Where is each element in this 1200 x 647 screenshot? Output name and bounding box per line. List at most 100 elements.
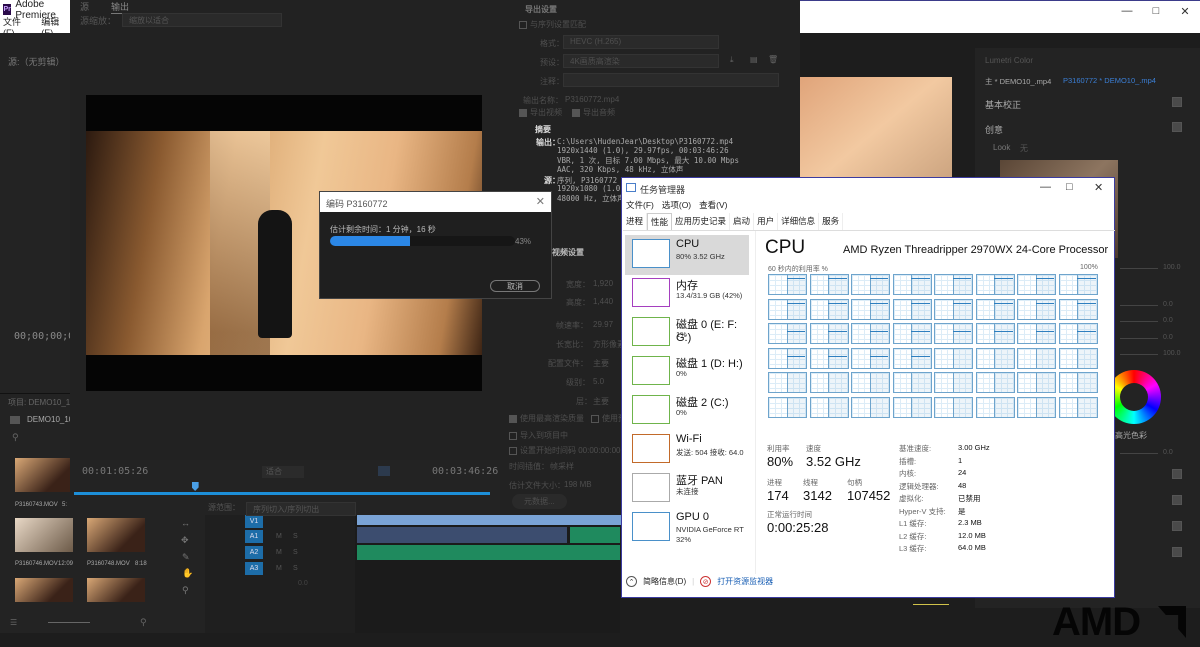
saturation-slider[interactable] [1120, 354, 1158, 355]
output-name-link[interactable]: P3160772.mp4 [565, 95, 619, 104]
open-resource-monitor-link[interactable]: 打开资源监视器 [717, 576, 773, 587]
scale-dropdown[interactable]: 缩放以适合 [122, 13, 283, 27]
video-clip[interactable] [357, 515, 627, 525]
scrub-bar[interactable] [74, 492, 490, 495]
sharpen-slider[interactable] [1120, 321, 1158, 322]
sidebar-item[interactable]: CPU 80% 3.52 GHz [625, 235, 749, 275]
minimize-button[interactable]: — [1040, 181, 1051, 193]
sidebar-item[interactable]: 磁盘 2 (C:) 0% [625, 391, 749, 431]
tab-performance[interactable]: 性能 [647, 213, 673, 230]
video-settings-title[interactable]: 视频设置 [552, 247, 584, 258]
sidebar-item[interactable]: 磁盘 1 (D: H:) 0% [625, 352, 749, 392]
list-view-icon[interactable]: ☰ [10, 618, 17, 627]
slip-tool-icon[interactable]: ✥ [181, 535, 189, 546]
checkbox[interactable] [519, 20, 527, 29]
mute-button[interactable]: M [276, 533, 282, 540]
cancel-button[interactable]: 取消 [490, 280, 540, 292]
hsl-checkbox[interactable] [1172, 521, 1182, 531]
menu-file[interactable]: 文件(F) [626, 199, 654, 211]
preset-dropdown[interactable]: 4K画质高渲染 [563, 54, 719, 68]
track-a3[interactable]: A3 [245, 562, 263, 575]
checkbox[interactable] [509, 446, 517, 455]
hand-tool-icon[interactable]: ✋ [182, 568, 193, 579]
vibrance-slider[interactable] [1120, 338, 1158, 339]
intensity-slider[interactable] [1120, 268, 1158, 269]
close-button[interactable]: ✕ [1094, 181, 1103, 194]
tab-app-history[interactable]: 应用历史记录 [672, 213, 731, 230]
tab-processes[interactable]: 进程 [623, 213, 648, 230]
start-tc-checkbox[interactable]: 设置开始时间码 00:00:00:00 [509, 445, 621, 456]
checkbox[interactable] [572, 108, 580, 117]
mute-button[interactable]: M [276, 549, 282, 556]
creative-section[interactable]: 创意 [985, 123, 1003, 136]
zoom-slider[interactable] [48, 622, 90, 623]
match-sequence-checkbox[interactable]: 与序列设置匹配 [519, 19, 586, 30]
sidebar-item[interactable]: 内存 13.4/31.9 GB (42%) [625, 274, 749, 314]
range-dropdown[interactable]: 序列切入/序列切出 [246, 502, 356, 516]
comment-input[interactable] [563, 73, 779, 87]
clip-thumbnail[interactable] [15, 458, 73, 492]
clip-thumbnail[interactable] [15, 518, 73, 552]
audio-clip-a2[interactable] [357, 545, 620, 560]
width-value[interactable]: 1,920 [593, 279, 613, 288]
summary-title[interactable]: 摘要 [535, 124, 551, 135]
tint-balance-slider[interactable] [1120, 453, 1158, 454]
source-monitor-label[interactable]: 源:（无剪辑） [8, 55, 65, 68]
project-panel-title[interactable]: 项目: DEMO10_10a [8, 397, 79, 408]
solo-button[interactable]: S [293, 565, 298, 572]
close-icon[interactable]: ✕ [536, 195, 545, 208]
slider-value[interactable]: 100.0 [1163, 350, 1181, 357]
export-settings-title[interactable]: 导出设置 [525, 4, 557, 15]
menu-options[interactable]: 选项(O) [662, 199, 691, 211]
clip-thumbnail[interactable] [15, 578, 73, 602]
sidebar-item[interactable]: 磁盘 0 (E: F: G:) 1% [625, 313, 749, 353]
curves-checkbox[interactable] [1172, 469, 1182, 479]
slider-value[interactable]: 0.0 [1163, 301, 1173, 308]
profile-radio[interactable]: 主要 [593, 358, 609, 369]
export-audio-checkbox[interactable]: 导出音频 [572, 107, 615, 118]
save-preset-icon[interactable]: ⤓ [730, 55, 734, 65]
track-v1[interactable]: V1 [245, 515, 263, 528]
track-a2[interactable]: A2 [245, 546, 263, 559]
tab-details[interactable]: 详细信息 [778, 213, 820, 230]
sidebar-item[interactable]: Wi-Fi 发送: 504 接收: 64.0 [625, 430, 749, 470]
pen-tool-icon[interactable]: ✎ [182, 552, 190, 563]
minimize-button[interactable]: — [1117, 5, 1137, 17]
height-value[interactable]: 1,440 [593, 297, 613, 306]
import-preset-icon[interactable]: ▤ [750, 55, 758, 64]
tab-output[interactable]: 输出 [111, 0, 130, 14]
vignette-checkbox[interactable] [1172, 547, 1182, 557]
max-render-checkbox[interactable]: 使用最高渲染质量 [509, 413, 584, 424]
clip-thumbnail[interactable] [87, 578, 145, 602]
audio-clip-a1[interactable] [357, 527, 567, 543]
track-a1[interactable]: A1 [245, 530, 263, 543]
fit-dropdown[interactable]: 适合 [262, 466, 304, 478]
tier-radio[interactable]: 主要 [593, 396, 609, 407]
look-dropdown[interactable]: 无 [1020, 143, 1028, 154]
search-icon[interactable]: ⚲ [12, 432, 19, 443]
basic-correction-section[interactable]: 基本校正 [985, 98, 1021, 111]
interp-dropdown[interactable]: 帧采样 [550, 461, 574, 472]
slider-value[interactable]: 0.0 [1163, 334, 1173, 341]
delete-preset-icon[interactable]: 🗑 [768, 55, 778, 64]
checkbox[interactable] [509, 431, 517, 440]
metadata-button[interactable]: 元数据... [512, 494, 567, 509]
start-tc-value[interactable]: 00:00:00:00 [578, 446, 620, 455]
slider-value[interactable]: 100.0 [1163, 264, 1181, 271]
checkbox[interactable] [519, 108, 527, 117]
basic-correction-checkbox[interactable] [1172, 97, 1182, 107]
maximize-button[interactable]: □ [1146, 5, 1166, 17]
checkbox[interactable] [509, 414, 517, 423]
ripple-tool-icon[interactable]: ↔ [181, 518, 190, 528]
solo-button[interactable]: S [293, 533, 298, 540]
fps-dropdown[interactable]: 29.97 [593, 320, 613, 329]
menu-view[interactable]: 查看(V) [699, 199, 727, 211]
master-clip-selector[interactable]: 主 * DEMO10_.mp4 [985, 76, 1051, 87]
logical-processor-graphs[interactable] [768, 274, 1100, 424]
sidebar-item[interactable]: 蓝牙 PAN 未连接 [625, 469, 749, 509]
checkbox[interactable] [591, 414, 599, 423]
search-icon[interactable]: ⚲ [140, 617, 147, 628]
close-button[interactable]: ✕ [1175, 5, 1195, 18]
zoom-tool-icon[interactable]: ⚲ [182, 585, 189, 596]
creative-checkbox[interactable] [1172, 122, 1182, 132]
